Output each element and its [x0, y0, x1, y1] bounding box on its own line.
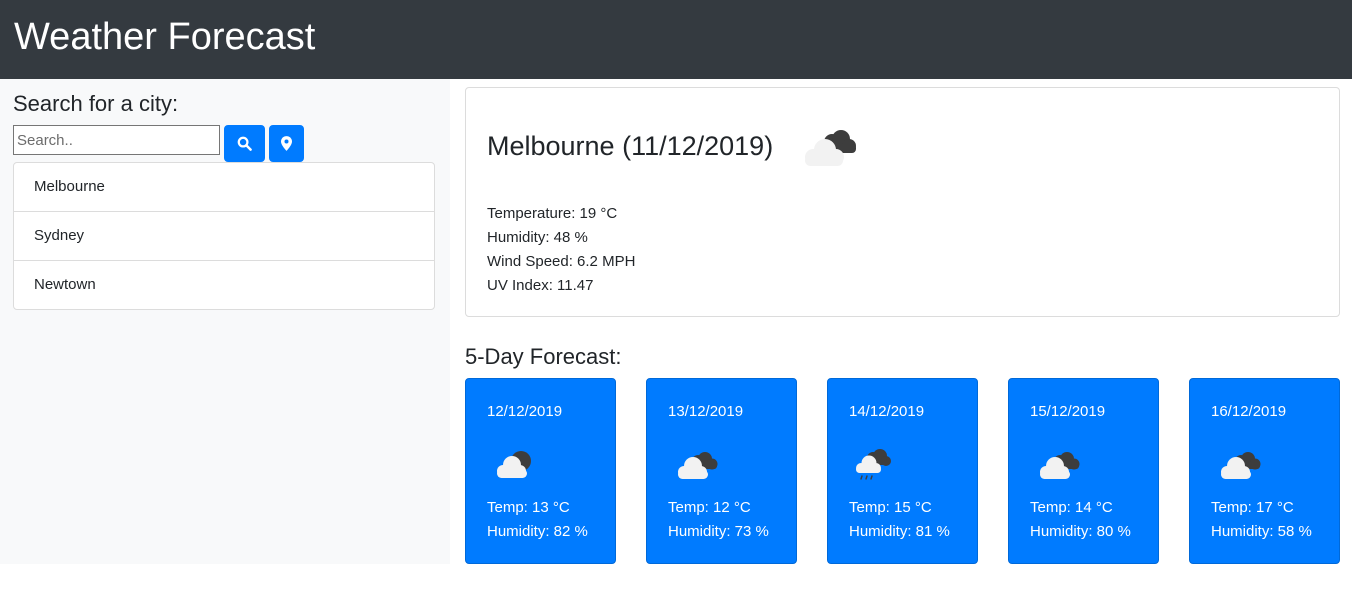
forecast-stats: Temp: 15 °C Humidity: 81 %: [849, 496, 950, 544]
current-humidity: Humidity: 48 %: [487, 229, 588, 246]
search-title: Search for a city:: [13, 91, 179, 116]
forecast-humidity: Humidity: 82 %: [487, 523, 588, 540]
forecast-card: 13/12/2019 Temp: 12 °C Humidity: 73 %: [646, 378, 797, 564]
forecast-date: 16/12/2019: [1211, 403, 1287, 420]
search-input[interactable]: [13, 125, 220, 155]
current-wind-speed: Wind Speed: 6.2 MPH: [487, 253, 636, 270]
forecast-stats: Temp: 13 °C Humidity: 82 %: [487, 496, 588, 544]
forecast-stats: Temp: 17 °C Humidity: 58 %: [1211, 496, 1312, 544]
forecast-temp: Temp: 17 °C: [1211, 499, 1294, 516]
cloudy-icon: [805, 130, 856, 166]
cloudy-icon: [1221, 452, 1261, 479]
forecast-card: 14/12/2019 Temp: 15 °C Humidity: 81 %: [827, 378, 978, 564]
forecast-humidity: Humidity: 58 %: [1211, 523, 1312, 540]
forecast-title: 5-Day Forecast:: [465, 344, 622, 369]
current-stats: Temperature: 19 °C Humidity: 48 % Wind S…: [487, 202, 635, 298]
forecast-humidity: Humidity: 81 %: [849, 523, 950, 540]
forecast-temp: Temp: 15 °C: [849, 499, 932, 516]
locate-button[interactable]: [269, 125, 304, 162]
cloudy-icon: [678, 452, 718, 479]
forecast-stats: Temp: 14 °C Humidity: 80 %: [1030, 496, 1131, 544]
forecast-date: 15/12/2019: [1030, 403, 1106, 420]
forecast-humidity: Humidity: 73 %: [668, 523, 769, 540]
current-weather-card: Melbourne (11/12/2019) Temperature: 19 °…: [465, 87, 1340, 317]
navbar: Weather Forecast: [0, 0, 1352, 79]
partly-cloudy-icon: [497, 451, 531, 478]
city-item-sydney[interactable]: Sydney: [14, 212, 434, 261]
forecast-date: 13/12/2019: [668, 403, 744, 420]
forecast-date: 14/12/2019: [849, 403, 925, 420]
city-list: Melbourne Sydney Newtown: [13, 162, 435, 310]
forecast-temp: Temp: 13 °C: [487, 499, 570, 516]
city-item-newtown[interactable]: Newtown: [14, 261, 434, 309]
forecast-humidity: Humidity: 80 %: [1030, 523, 1131, 540]
app-title: Weather Forecast: [14, 16, 316, 58]
sidebar: Search for a city: Melbourne Sydney Newt…: [0, 79, 450, 564]
current-temperature: Temperature: 19 °C: [487, 205, 618, 222]
current-uv-index: UV Index: 11.47: [487, 277, 594, 294]
cloudy-icon: [1040, 452, 1080, 479]
forecast-card: 15/12/2019 Temp: 14 °C Humidity: 80 %: [1008, 378, 1159, 564]
forecast-date: 12/12/2019: [487, 403, 563, 420]
forecast-card: 16/12/2019 Temp: 17 °C Humidity: 58 %: [1189, 378, 1340, 564]
map-marker-icon: [281, 136, 292, 151]
forecast-card: 12/12/2019 Temp: 13 °C Humidity: 82 %: [465, 378, 616, 564]
city-item-melbourne[interactable]: Melbourne: [14, 163, 434, 212]
search-icon: [237, 136, 252, 151]
current-city-title: Melbourne (11/12/2019): [487, 131, 774, 161]
search-button[interactable]: [224, 125, 265, 162]
forecast-temp: Temp: 12 °C: [668, 499, 751, 516]
forecast-stats: Temp: 12 °C Humidity: 73 %: [668, 496, 769, 544]
forecast-temp: Temp: 14 °C: [1030, 499, 1113, 516]
rain-icon: [856, 449, 891, 480]
